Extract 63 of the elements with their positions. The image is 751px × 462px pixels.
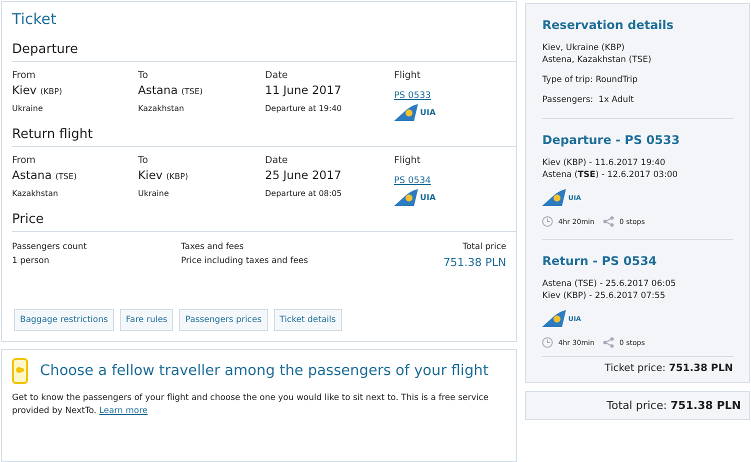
section-heading: Return flight [12,127,516,147]
ticket-button[interactable]: Fare rules [120,309,174,331]
column-label: From [12,70,37,81]
column-label: Flight [394,155,422,166]
origin-country: Kazakhstan [12,189,60,200]
destination-country: Ukraine [138,189,170,200]
passengers-summary: Passengers: 1x Adult [542,94,635,106]
airline-logo-icon [542,310,566,327]
nextto-title: Choose a fellow traveller among the passengers of your flight [40,363,489,379]
destination-city: Kiev (KBP) [138,168,190,184]
leg-time-line: Kiev (KBP) - 11.6.2017 19:40 [542,158,666,168]
leg-time-line: Astena (TSE) - 25.6.2017 06:05 [542,279,676,289]
ticket-button[interactable]: Passengers prices [179,309,268,331]
passengers-count: 1 person [12,256,50,268]
trip-type: Type of trip: RoundTrip [542,74,639,86]
leg-time-line: Kiev (KBP) - 25.6.2017 07:55 [542,291,666,301]
section-heading: Departure [12,42,516,62]
flight-date: 25 June 2017 [265,168,342,184]
leg-title: Departure - PS 0533 [542,133,681,147]
leg-time-line: Astena (TSE) - 12.6.2017 03:00 [542,170,678,180]
phone-icon [12,358,28,384]
total-price-label: Total price [462,242,506,252]
destination-country: Kazakhstan [138,104,186,115]
origin-country: Ukraine [12,104,44,115]
column-label: Date [265,155,289,166]
total-price-summary: Total price: 751.38 PLN [606,399,741,412]
share-icon [603,337,614,348]
taxes-value: Price including taxes and fees [181,256,310,268]
learn-more-link[interactable]: Learn more [99,406,148,416]
column-label: To [138,155,150,166]
column-label: From [12,155,37,166]
airline-logo-icon [394,104,418,121]
departure-time: Departure at 08:05 [265,189,343,200]
ticket-button[interactable]: Baggage restrictions [14,309,114,331]
origin-city: Astana (TSE) [12,168,78,184]
flight-link[interactable]: PS 0533 [394,91,431,101]
section-heading: Price [12,212,516,232]
column-label: Date [265,70,289,81]
leg-title: Return - PS 0534 [542,254,658,268]
ticket-button[interactable]: Ticket details [274,309,342,331]
passengers-count-label: Passengers count [12,242,88,252]
airline-name: UIA [420,193,436,202]
clock-icon [542,337,554,348]
departure-time: Departure at 19:40 [265,104,343,115]
taxes-label: Taxes and fees [181,242,245,252]
ticket-title: Ticket [12,10,58,28]
origin-city: Kiev (KBP) [12,83,64,99]
share-icon [603,216,614,227]
destination-city: Astana (TSE) [138,83,204,99]
flight-link[interactable]: PS 0534 [394,176,431,186]
nextto-description: Get to know the passengers of your flight and choose the one you would like to sit next to. This is a free service provided by NextTo. Learn more [12,392,490,418]
route-line: Astena, Kazakhstan (TSE) [542,54,652,66]
reservation-title: Reservation details [542,18,675,32]
route-line: Kiev, Ukraine (KBP) [542,42,626,54]
total-price: 751.38 PLN [443,256,506,269]
airline-name: UIA [420,108,436,117]
column-label: Flight [394,70,422,81]
flight-date: 11 June 2017 [265,83,342,99]
airline-logo-icon [394,189,418,206]
ticket-price: Ticket price: 751.38 PLN [604,363,733,374]
airline-logo-icon [542,189,566,206]
column-label: To [138,70,150,81]
clock-icon [542,216,554,227]
